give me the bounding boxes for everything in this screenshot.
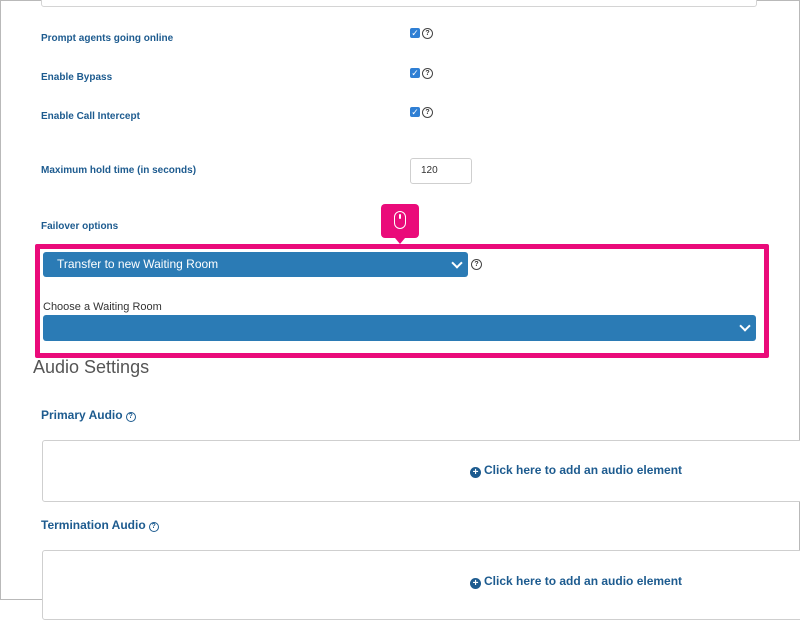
previous-field-box[interactable] [41,0,757,7]
enable-bypass-checkbox[interactable]: ✓ [410,68,420,78]
prompt-agents-label: Prompt agents going online [41,33,174,44]
termination-audio-label: Termination Audio [41,518,146,532]
failover-select[interactable]: Transfer to new Waiting Room [43,252,468,277]
help-icon[interactable]: ? [422,68,433,79]
add-audio-label: Click here to add an audio element [484,463,683,477]
termination-audio-box: + Click here to add an audio element [42,550,800,620]
help-icon[interactable]: ? [148,522,159,532]
add-audio-label: Click here to add an audio element [484,574,683,588]
max-hold-label: Maximum hold time (in seconds) [41,165,197,176]
prompt-agents-checkbox[interactable]: ✓ [410,28,420,38]
help-icon[interactable]: ? [471,259,482,270]
enable-call-intercept-label: Enable Call Intercept [41,111,140,122]
termination-audio-title: Termination Audio? [41,518,159,532]
max-hold-input[interactable]: 120 [410,158,472,184]
chevron-down-icon [451,257,463,269]
help-icon[interactable]: ? [422,107,433,118]
help-icon[interactable]: ? [125,412,136,422]
mouse-icon [394,211,406,229]
primary-audio-label: Primary Audio [41,408,123,422]
chevron-down-icon [739,320,751,332]
audio-settings-heading: Audio Settings [33,357,150,377]
choose-waiting-room-label: Choose a Waiting Room [43,301,162,313]
primary-audio-title: Primary Audio? [41,408,136,422]
help-icon[interactable]: ? [422,28,433,39]
plus-circle-icon: + [470,578,481,589]
failover-label: Failover options [41,221,119,232]
enable-bypass-label: Enable Bypass [41,72,113,83]
plus-circle-icon: + [470,467,481,478]
add-termination-audio-link[interactable]: + Click here to add an audio element [470,574,682,589]
failover-select-value: Transfer to new Waiting Room [57,257,219,271]
click-indicator-tooltip [381,204,419,244]
enable-call-intercept-checkbox[interactable]: ✓ [410,107,420,117]
primary-audio-box: + Click here to add an audio element [42,440,800,502]
waiting-room-select[interactable] [43,315,756,341]
add-primary-audio-link[interactable]: + Click here to add an audio element [470,463,682,478]
